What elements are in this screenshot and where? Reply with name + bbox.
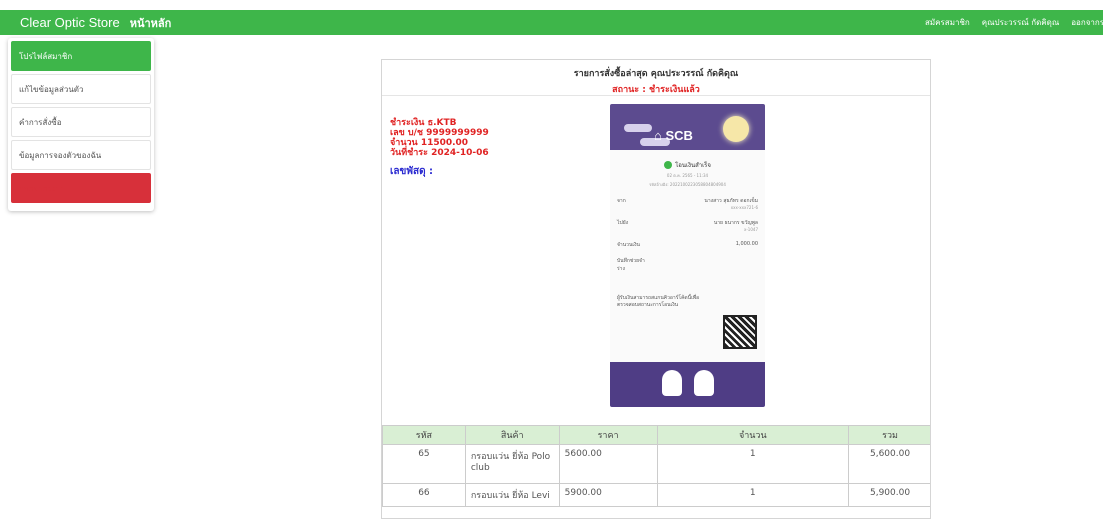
table-row: 66 กรอบแว่น ยี่ห้อ Levi 5900.00 1 5,900.… [382,483,930,507]
table-row: 65 กรอบแว่น ยี่ห้อ Polo club 5600.00 1 5… [382,444,930,484]
slip-from-account: xxx-xxx721-6 [730,205,758,210]
table-header-row: รหัส สินค้า ราคา จำนวน รวม [382,425,930,445]
ghost-icon [694,370,714,396]
scb-logo: ⌂ SCB [654,128,693,143]
slip-body: โอนเงินสำเร็จ 02 ต.ค. 2565 - 11:34 รหัสอ… [610,150,765,365]
sidebar-item-orders[interactable]: คำการสั่งซื้อ [11,107,151,137]
sidebar-item-bookings[interactable]: ข้อมูลการจองตัวของฉัน [11,140,151,170]
moon-icon [723,116,749,142]
cell-product: กรอบแว่น ยี่ห้อ Polo club [464,444,560,484]
cell-product: กรอบแว่น ยี่ห้อ Levi [464,483,560,507]
payment-info: ชำระเงิน ธ.KTB เลข บ/ช 9999999999 จำนวน … [390,118,489,158]
order-card: รายการสั่งซื้อล่าสุด คุณประวรรณ์ กัดคิดุ… [381,59,931,519]
order-card-header: รายการสั่งซื้อล่าสุด คุณประวรรณ์ กัดคิดุ… [382,60,930,96]
logout-link[interactable]: ออกจากระบบ [1071,16,1103,29]
cell-price: 5900.00 [558,483,658,507]
home-link[interactable]: หน้าหลัก [130,14,172,32]
payment-slip-image: ⌂ SCB โอนเงินสำเร็จ 02 ต.ค. 2565 - 11:34… [610,104,765,407]
cell-qty: 1 [656,444,850,484]
ghost-icon [662,370,682,396]
order-title: รายการสั่งซื้อล่าสุด คุณประวรรณ์ กัดคิดุ… [573,69,739,79]
cell-total: 5,600.00 [848,444,930,484]
slip-amount: จำนวนเงิน 1,000.00 [617,241,758,248]
cell-id: 66 [382,483,466,507]
payment-line-bank: ชำระเงิน ธ.KTB [390,118,457,128]
cell-price: 5600.00 [558,444,658,484]
payment-line-date: วันที่ชำระ 2024-10-06 [390,148,489,158]
order-status: สถานะ : ชำระเงินแล้ว [612,85,700,95]
qr-code-icon [723,315,757,349]
slip-memo: ร่าง [617,266,625,272]
register-link[interactable]: สมัครสมาชิก [925,16,970,29]
slip-qr-text: ผู้รับเงินสามารถสแกนคิวอาร์โค้ดนี้เพื่อต… [617,295,700,308]
slip-memo-label: บันทึกช่วยจำ [617,258,645,264]
slip-footer [610,362,765,407]
slip-to: ไปยัง นาย ธนากร ขวัญพูล [617,220,758,226]
col-header-id: รหัส [382,425,466,445]
slip-from: จาก นางสาว สุธภัทร ดอกเข็ม [617,198,758,204]
col-header-qty: จำนวน [656,425,850,445]
cell-total: 5,900.00 [848,483,930,507]
sidebar-item-logout[interactable]: ออกจากระบบ [11,173,151,203]
top-navbar: Clear Optic Store หน้าหลัก สมัครสมาชิก ค… [0,10,1103,35]
col-header-price: ราคา [558,425,658,445]
cloud-icon [624,124,652,132]
user-name-link[interactable]: คุณประวรรณ์ กัดคิดุณ [982,16,1060,29]
col-header-product: สินค้า [464,425,560,445]
payment-line-account: เลข บ/ช 9999999999 [390,128,489,138]
cell-id: 65 [382,444,466,484]
slip-date: 02 ต.ค. 2565 - 11:34 [666,173,709,178]
slip-to-account: x-1047 [744,227,758,232]
cell-qty: 1 [656,483,850,507]
slip-ref: รหัสอ้างอิง: 2022100223058804804904 [649,182,726,187]
sidebar-item-profile[interactable]: โปรไฟล์สมาชิก [11,41,151,71]
payment-line-amount: จำนวน 11500.00 [390,138,469,148]
check-icon [664,161,673,169]
col-header-total: รวม [848,425,930,445]
tracking-label: เลขพัสดุ : [390,166,434,177]
brand-link[interactable]: Clear Optic Store [20,15,120,30]
order-items-table: รหัส สินค้า ราคา จำนวน รวม 65 กรอบแว่น ย… [382,425,930,507]
sidebar-item-edit-profile[interactable]: แก้ไขข้อมูลส่วนตัว [11,74,151,104]
slip-success: โอนเงินสำเร็จ [617,160,758,170]
topbar-right-links: สมัครสมาชิก คุณประวรรณ์ กัดคิดุณ ออกจากร… [913,10,1103,35]
sidebar-menu: โปรไฟล์สมาชิก แก้ไขข้อมูลส่วนตัว คำการสั… [8,38,154,211]
